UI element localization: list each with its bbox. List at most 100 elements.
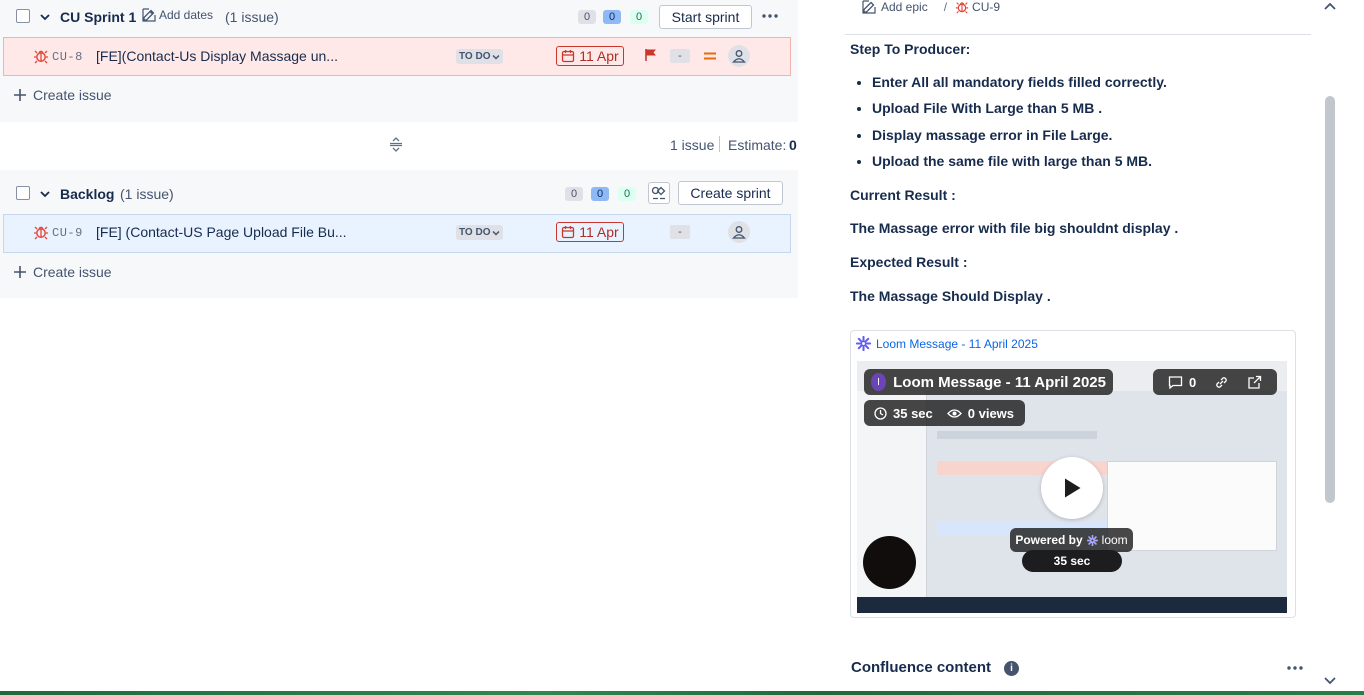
due-date[interactable]: 11 Apr <box>556 222 624 242</box>
backlog-title: Backlog <box>60 186 115 202</box>
add-dates-label: Add dates <box>159 8 214 22</box>
create-issue-label: Create issue <box>33 87 112 103</box>
story-points[interactable]: - <box>670 225 690 239</box>
view-count: 0 views <box>967 405 1015 421</box>
expected-result-heading: Expected Result : <box>850 254 968 270</box>
video-frame-line <box>937 431 1097 439</box>
todo-count: 0 <box>578 10 596 24</box>
camera-bubble <box>863 536 916 589</box>
scroll-up-icon[interactable] <box>1324 2 1336 10</box>
create-sprint-button[interactable]: Create sprint <box>678 181 783 205</box>
backlog-options-button[interactable] <box>648 182 670 204</box>
add-epic-label: Add epic <box>881 0 928 14</box>
step-item: Upload File With Large than 5 MB . <box>872 98 1167 124</box>
divider <box>719 136 720 152</box>
add-dates-button[interactable]: Add dates <box>142 8 213 22</box>
calendar-icon <box>562 226 575 239</box>
flag-icon[interactable] <box>644 48 658 62</box>
clock-icon <box>874 406 887 420</box>
priority-medium-icon[interactable] <box>703 51 717 61</box>
loom-video-player[interactable]: I Loom Message - 11 April 2025 0 35 sec … <box>857 361 1287 613</box>
loom-video-title: Loom Message - 11 April 2025 <box>893 373 1106 391</box>
issue-key-label: CU-9 <box>972 0 1001 14</box>
comment-count: 0 <box>1188 374 1197 390</box>
comments-button[interactable]: 0 <box>1168 375 1196 390</box>
video-duration: 35 sec <box>893 405 933 421</box>
issue-key[interactable]: CU-8 <box>52 50 83 64</box>
loom-logo-icon <box>1086 534 1098 546</box>
in-progress-count: 0 <box>591 187 609 201</box>
issue-summary[interactable]: [FE] (Contact-US Page Upload File Bu... <box>96 224 346 240</box>
add-epic-button[interactable]: Add epic <box>862 0 928 14</box>
status-dropdown[interactable]: TO DO <box>456 225 504 240</box>
issue-key[interactable]: CU-9 <box>52 226 83 240</box>
user-icon <box>732 226 746 239</box>
start-sprint-button[interactable]: Start sprint <box>659 5 752 29</box>
create-issue-button[interactable]: Create issue <box>13 87 112 103</box>
current-result-text: The Massage error with file big shouldnt… <box>850 220 1179 236</box>
chevron-down-icon[interactable] <box>39 188 51 200</box>
create-issue-button[interactable]: Create issue <box>13 264 112 280</box>
story-points[interactable]: - <box>670 49 690 63</box>
in-progress-count: 0 <box>603 10 621 24</box>
play-button[interactable] <box>1041 457 1103 519</box>
breadcrumb-issue-key[interactable]: CU-9 <box>955 0 1000 14</box>
chevron-down-icon <box>492 54 501 60</box>
external-link-icon[interactable] <box>1247 375 1262 390</box>
bug-icon <box>34 50 48 64</box>
steps-list: Enter All all mandatory fields filled co… <box>856 72 1167 178</box>
user-icon <box>732 50 746 63</box>
issue-summary[interactable]: [FE](Contact-Us Display Massage un... <box>96 48 346 64</box>
scrollbar-thumb[interactable] <box>1325 96 1335 503</box>
backlog-panel: CU Sprint 1 Add dates (1 issue) 0 0 0 St… <box>0 0 798 695</box>
comment-icon <box>1168 375 1183 389</box>
loom-link[interactable]: Loom Message - 11 April 2025 <box>856 336 1038 351</box>
drag-handle-icon[interactable] <box>389 137 403 152</box>
estimate-value: 0 <box>789 137 797 153</box>
edit-icon <box>862 0 876 14</box>
done-count: 0 <box>618 187 636 201</box>
due-date-label: 11 Apr <box>579 224 619 240</box>
expected-result-text: The Massage Should Display . <box>850 288 1051 304</box>
link-icon[interactable] <box>1214 375 1229 390</box>
sprint-issue-count: (1 issue) <box>225 9 279 25</box>
detail-breadcrumb: Add epic / CU-9 <box>862 0 1000 14</box>
loom-brand-label: loom <box>1101 533 1128 547</box>
bug-icon <box>34 226 48 240</box>
powered-by-badge[interactable]: Powered by loom <box>1010 528 1133 552</box>
due-date[interactable]: 11 Apr <box>556 46 624 66</box>
scroll-down-icon[interactable] <box>1324 677 1336 685</box>
duration-badge: 35 sec <box>1022 550 1122 572</box>
loom-logo-icon <box>856 336 871 351</box>
estimate-label: Estimate: <box>728 137 787 153</box>
step-item: Display massage error in File Large. <box>872 125 1167 151</box>
loom-title-overlay: I Loom Message - 11 April 2025 <box>864 369 1113 395</box>
current-result-heading: Current Result : <box>850 187 956 203</box>
divider <box>845 34 1311 35</box>
step-item: Upload the same file with large than 5 M… <box>872 151 1167 177</box>
video-frame-taskbar <box>857 597 1287 613</box>
edit-icon <box>142 8 156 22</box>
more-icon[interactable] <box>762 14 778 18</box>
avatar: I <box>871 373 887 391</box>
backlog-issue-count: (1 issue) <box>120 186 174 202</box>
plus-icon <box>14 89 26 101</box>
status-dropdown[interactable]: TO DO <box>456 49 504 64</box>
assignee-avatar[interactable] <box>728 45 750 67</box>
backlog-checkbox[interactable] <box>16 186 30 200</box>
chevron-down-icon[interactable] <box>39 11 51 23</box>
plus-icon <box>14 266 26 278</box>
loom-stats-overlay: 35 sec 0 views <box>864 400 1025 426</box>
info-icon[interactable]: i <box>1004 661 1019 676</box>
steps-heading: Step To Producer: <box>850 41 971 57</box>
loom-link-text: Loom Message - 11 April 2025 <box>876 336 1038 351</box>
play-icon <box>1065 478 1081 498</box>
more-icon[interactable] <box>1287 666 1303 670</box>
assignee-avatar[interactable] <box>728 221 750 243</box>
desktop-strip <box>0 691 1364 695</box>
sprint-footer-count: 1 issue <box>670 137 715 153</box>
todo-count: 0 <box>565 187 583 201</box>
powered-by-label: Powered by <box>1015 533 1083 547</box>
loom-actions-overlay: 0 <box>1153 369 1277 395</box>
sprint-checkbox[interactable] <box>16 9 30 23</box>
